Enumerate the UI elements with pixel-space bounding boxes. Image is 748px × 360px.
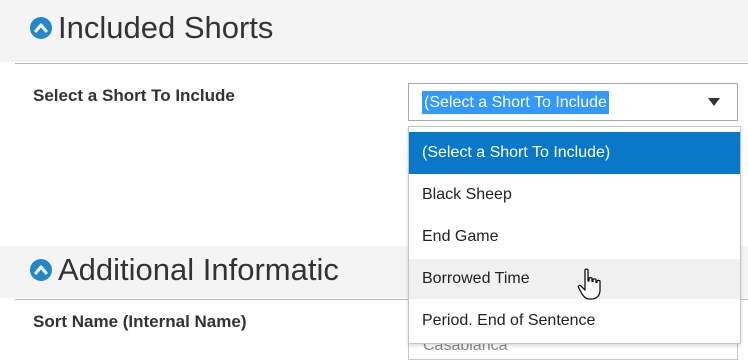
short-select[interactable]: (Select a Short To Include (408, 83, 738, 121)
section-header-included-shorts[interactable]: Included Shorts (0, 0, 748, 62)
select-short-label: Select a Short To Include (33, 86, 235, 105)
section-title-text: Additional Informatic (58, 252, 339, 287)
dropdown-option-hovered[interactable]: Borrowed Time (409, 259, 740, 299)
section-title-included-shorts: Included Shorts (30, 10, 274, 46)
dropdown-option[interactable]: End Game (409, 217, 740, 257)
section-title-additional-information: Additional Informatic (30, 252, 339, 288)
section-title-text: Included Shorts (58, 10, 274, 45)
short-select-value: (Select a Short To Include (422, 91, 609, 114)
dropdown-option[interactable]: Period. End of Sentence (409, 301, 740, 341)
dropdown-option[interactable]: Black Sheep (409, 175, 740, 215)
chevron-up-circle-icon[interactable] (30, 17, 52, 39)
hand-pointer-cursor-icon (577, 268, 601, 300)
sort-name-label: Sort Name (Internal Name) (33, 312, 247, 331)
short-select-dropdown: (Select a Short To Include) Black Sheep … (408, 126, 741, 344)
caret-down-icon (708, 98, 720, 106)
chevron-up-circle-icon[interactable] (30, 259, 52, 281)
dropdown-option[interactable]: (Select a Short To Include) (409, 132, 740, 174)
section-divider (15, 63, 748, 64)
dropdown-toggle[interactable] (693, 84, 737, 120)
